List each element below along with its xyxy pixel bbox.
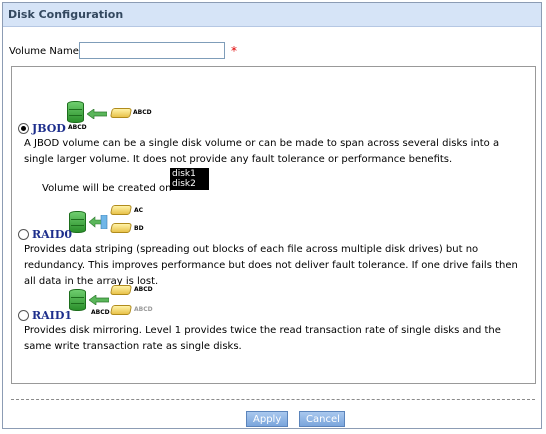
volume-name-input[interactable]	[79, 42, 225, 59]
disk-icon	[109, 205, 133, 215]
divider	[11, 399, 535, 400]
disk-label: ABCD	[134, 306, 153, 313]
disk-label: AC	[134, 207, 144, 214]
disk-label: ABCD	[134, 286, 153, 293]
raid-options-box: ABCD ABCD JBOD A JBOD volume can be a si…	[11, 66, 536, 384]
arrow-left-icon	[89, 295, 109, 305]
raid1-icon: ABCD ABCD ABCD	[67, 283, 157, 323]
radio-raid1[interactable]	[18, 310, 29, 321]
cancel-button[interactable]: Cancel	[299, 411, 345, 427]
disk-option[interactable]: disk1	[172, 169, 207, 179]
volume-name-label: Volume Name	[9, 46, 79, 57]
panel-header: Disk Configuration	[3, 3, 541, 27]
database-label: ABCD	[91, 309, 110, 316]
jbod-icon: ABCD ABCD	[67, 99, 152, 131]
database-icon	[67, 101, 84, 123]
disk-label: BD	[134, 225, 144, 232]
arrow-left-icon	[87, 109, 107, 119]
raid0-icon: AC BD	[67, 203, 157, 243]
disk-icon	[109, 305, 133, 315]
option-title-raid1: RAID1	[32, 309, 73, 322]
required-asterisk: *	[231, 44, 237, 58]
disk-icon	[109, 285, 133, 295]
database-label: ABCD	[68, 124, 87, 131]
option-desc-raid1: Provides disk mirroring. Level 1 provide…	[24, 325, 501, 352]
option-title-raid0: RAID0	[32, 228, 73, 241]
disk-select-list[interactable]: disk1 disk2	[170, 168, 209, 190]
apply-button[interactable]: Apply	[246, 411, 288, 427]
option-title-jbod: JBOD	[32, 122, 66, 135]
disk-icon	[109, 223, 133, 233]
arrow-split-icon	[89, 215, 108, 229]
option-desc-jbod: A JBOD volume can be a single disk volum…	[24, 138, 500, 165]
database-icon	[69, 289, 86, 311]
radio-raid0[interactable]	[18, 229, 29, 240]
disk-label: ABCD	[133, 109, 152, 116]
disk-icon	[109, 108, 133, 118]
panel-title: Disk Configuration	[8, 8, 124, 21]
volume-created-label: Volume will be created on	[42, 183, 172, 194]
radio-jbod[interactable]	[18, 123, 29, 134]
disk-option[interactable]: disk2	[172, 179, 207, 189]
disk-configuration-panel: Disk Configuration Volume Name * ABCD AB…	[2, 2, 542, 429]
